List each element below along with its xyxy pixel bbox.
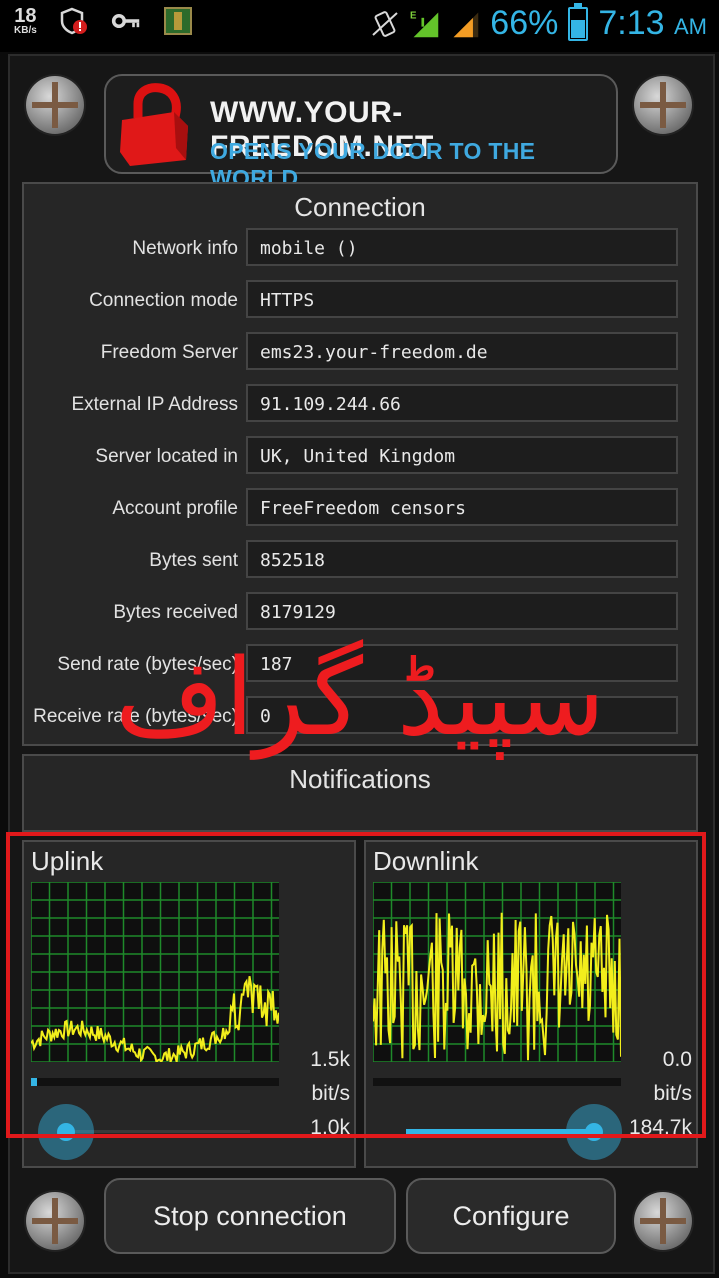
network-speed-indicator: 18 KB/s (14, 6, 37, 36)
connection-row-value: ems23.your-freedom.de (246, 332, 678, 370)
screw-icon (26, 76, 84, 134)
screw-icon (26, 1192, 84, 1250)
signal-edge-icon: E (410, 10, 439, 37)
clock-time: 7:13 (598, 4, 665, 42)
connection-row-label: Account profile (112, 498, 238, 519)
connection-row-label: External IP Address (71, 394, 238, 415)
clock: 7:13 AM (598, 4, 707, 43)
connection-row-value: 91.109.244.66 (246, 384, 678, 422)
connection-row-label: Connection mode (89, 290, 238, 311)
battery-icon (568, 2, 589, 41)
notifications-panel: Notifications (22, 754, 698, 832)
connection-row-value: 852518 (246, 540, 678, 578)
status-bar: 18 KB/s E 66% 7:13 AM (0, 0, 719, 52)
clock-ampm: AM (674, 14, 707, 39)
connection-row-value: UK, United Kingdom (246, 436, 678, 474)
screw-icon (634, 76, 692, 134)
configure-button[interactable]: Configure (406, 1178, 616, 1254)
connection-row-label: Bytes received (113, 602, 238, 623)
signal-icon (453, 12, 479, 37)
key-icon (111, 13, 140, 29)
connection-row-value: 8179129 (246, 592, 678, 630)
app-notification-icon (163, 7, 192, 35)
connection-title: Connection (294, 192, 426, 222)
connection-row-label: Bytes sent (149, 550, 238, 571)
brand-banner: WWW.YOUR-FREEDOM.NET OPENS YOUR DOOR TO … (104, 74, 618, 191)
network-speed-unit: KB/s (14, 25, 37, 36)
connection-row-value: HTTPS (246, 280, 678, 318)
highlight-box (6, 832, 706, 1138)
network-speed-value: 18 (14, 5, 37, 27)
stop-connection-button[interactable]: Stop connection (104, 1178, 396, 1254)
screw-icon (634, 1192, 692, 1250)
overlay-caption: سپیڈ گراف (114, 636, 606, 759)
connection-row-label: Server located in (95, 446, 238, 467)
shield-alert-icon (60, 7, 87, 35)
svg-text:E: E (410, 10, 417, 21)
connection-row-value: mobile () (246, 228, 678, 266)
battery-percent: 66% (490, 4, 559, 42)
connection-row-label: Network info (132, 238, 238, 259)
connection-row-label: Freedom Server (100, 342, 238, 363)
red-padlock-icon (120, 83, 188, 166)
vibrate-icon (372, 10, 398, 37)
notifications-title: Notifications (289, 764, 431, 794)
connection-row-value: FreeFreedom censors (246, 488, 678, 526)
